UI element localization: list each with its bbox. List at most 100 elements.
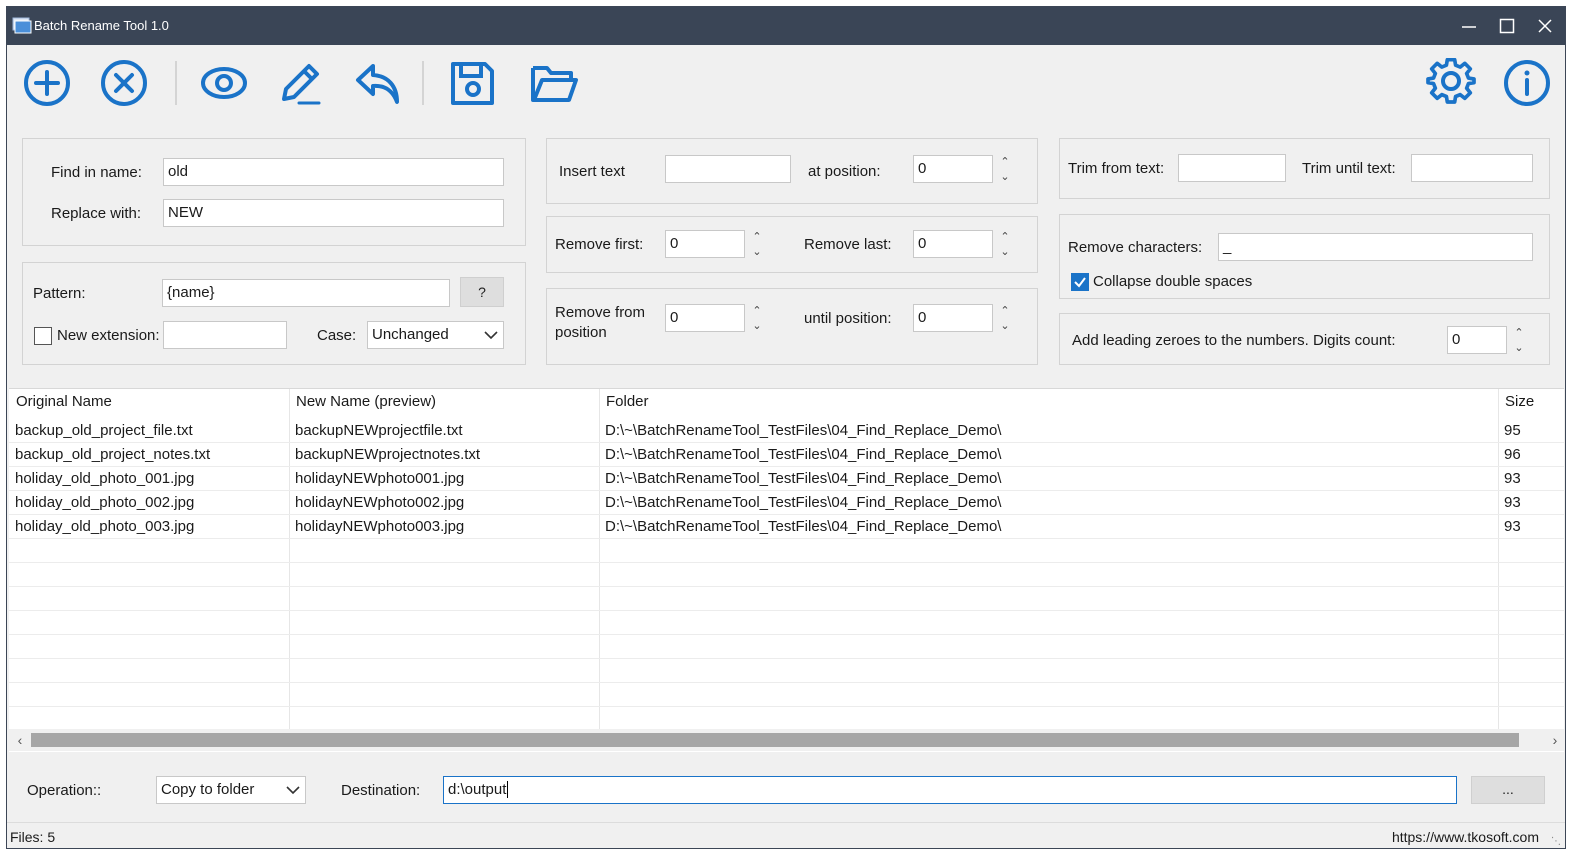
table-row[interactable]: holiday_old_photo_003.jpg holidayNEWphot… xyxy=(9,515,1564,539)
remove-from-spinner[interactable]: ⌃ ⌄ xyxy=(749,304,765,334)
empty-row xyxy=(9,539,1564,563)
resize-grip-icon[interactable]: ⋱ xyxy=(1551,836,1561,847)
preview-button[interactable] xyxy=(198,57,250,109)
remove-last-input[interactable]: 0 xyxy=(913,230,993,258)
replace-input[interactable]: NEW xyxy=(163,199,504,227)
destination-input[interactable]: d:\output xyxy=(443,776,1457,804)
add-files-button[interactable] xyxy=(21,57,73,109)
remove-first-input[interactable]: 0 xyxy=(665,230,745,258)
remove-first-spinner[interactable]: ⌃ ⌄ xyxy=(749,230,765,260)
column-header-size[interactable]: Size xyxy=(1498,389,1534,415)
table-row[interactable]: holiday_old_photo_001.jpg holidayNEWphot… xyxy=(9,467,1564,491)
trim-from-input[interactable] xyxy=(1178,154,1286,182)
table-row[interactable]: backup_old_project_notes.txt backupNEWpr… xyxy=(9,443,1564,467)
find-input[interactable]: old xyxy=(163,158,504,186)
column-header-new-name[interactable]: New Name (preview) xyxy=(289,389,436,415)
scroll-right-icon[interactable]: › xyxy=(1548,731,1562,749)
undo-button[interactable] xyxy=(352,57,404,109)
spin-up-icon[interactable]: ⌃ xyxy=(997,155,1013,170)
table-row[interactable]: backup_old_project_file.txt backupNEWpro… xyxy=(9,419,1564,443)
new-extension-checkbox[interactable] xyxy=(34,327,52,345)
about-button[interactable] xyxy=(1501,57,1553,109)
rename-button[interactable] xyxy=(274,57,326,109)
pattern-help-button[interactable]: ? xyxy=(460,277,504,307)
original-name-cell: holiday_old_photo_001.jpg xyxy=(15,470,195,487)
settings-button[interactable] xyxy=(1425,57,1477,109)
minimize-button[interactable] xyxy=(1453,11,1485,41)
find-label: Find in name: xyxy=(51,164,142,181)
close-button[interactable] xyxy=(1529,11,1561,41)
case-select-value: Unchanged xyxy=(372,326,449,343)
column-header-original-name[interactable]: Original Name xyxy=(9,389,112,415)
operation-select-value: Copy to folder xyxy=(161,781,255,798)
insert-position-spinner[interactable]: ⌃ ⌄ xyxy=(997,155,1013,185)
leading-zeroes-input[interactable]: 0 xyxy=(1447,326,1507,354)
size-cell: 93 xyxy=(1504,494,1521,511)
insert-position-input[interactable]: 0 xyxy=(913,155,993,183)
remove-files-button[interactable] xyxy=(98,57,150,109)
table-row[interactable]: holiday_old_photo_002.jpg holidayNEWphot… xyxy=(9,491,1564,515)
leading-zeroes-spinner[interactable]: ⌃ ⌄ xyxy=(1511,326,1527,356)
spin-up-icon[interactable]: ⌃ xyxy=(997,304,1013,319)
until-position-input[interactable]: 0 xyxy=(913,304,993,332)
empty-row xyxy=(9,587,1564,611)
pattern-panel: Pattern: {name} ? New extension: Case: U… xyxy=(22,262,526,365)
operation-select[interactable]: Copy to folder xyxy=(156,776,306,804)
original-name-cell: holiday_old_photo_003.jpg xyxy=(15,518,195,535)
case-select[interactable]: Unchanged xyxy=(367,321,504,349)
title-bar: Batch Rename Tool 1.0 xyxy=(7,7,1565,45)
browse-destination-button[interactable]: ... xyxy=(1471,776,1545,804)
column-header-folder[interactable]: Folder xyxy=(599,389,649,415)
scroll-left-icon[interactable]: ‹ xyxy=(13,731,27,749)
collapse-spaces-label: Collapse double spaces xyxy=(1093,273,1253,290)
new-extension-input[interactable] xyxy=(163,321,287,349)
toolbar xyxy=(7,45,1565,123)
folder-cell: D:\~\BatchRenameTool_TestFiles\04_Find_R… xyxy=(605,446,1002,463)
checkmark-icon xyxy=(1074,277,1086,288)
toolbar-separator xyxy=(422,61,424,105)
gear-icon xyxy=(1426,58,1476,104)
until-position-spinner[interactable]: ⌃ ⌄ xyxy=(997,304,1013,334)
empty-row xyxy=(9,683,1564,707)
plus-circle-icon xyxy=(24,60,70,106)
pattern-input[interactable]: {name} xyxy=(162,279,450,307)
app-icon xyxy=(12,17,32,34)
maximize-icon xyxy=(1499,18,1515,34)
spin-up-icon[interactable]: ⌃ xyxy=(1511,326,1527,341)
spin-down-icon[interactable]: ⌄ xyxy=(749,319,765,334)
pattern-label: Pattern: xyxy=(33,285,86,302)
empty-row xyxy=(9,659,1564,683)
open-button[interactable] xyxy=(528,57,580,109)
spin-down-icon[interactable]: ⌄ xyxy=(997,245,1013,260)
leading-zeroes-panel: Add leading zeroes to the numbers. Digit… xyxy=(1059,313,1550,365)
pencil-icon xyxy=(282,64,321,105)
scrollbar-thumb[interactable] xyxy=(31,733,1519,747)
original-name-cell: holiday_old_photo_002.jpg xyxy=(15,494,195,511)
new-extension-label: New extension: xyxy=(57,327,160,344)
collapse-spaces-checkbox[interactable] xyxy=(1071,273,1089,291)
spin-up-icon[interactable]: ⌃ xyxy=(749,230,765,245)
folder-cell: D:\~\BatchRenameTool_TestFiles\04_Find_R… xyxy=(605,518,1002,535)
save-button[interactable] xyxy=(446,57,498,109)
horizontal-scrollbar[interactable]: ‹ › xyxy=(9,729,1564,751)
info-circle-icon xyxy=(1504,60,1550,106)
spin-down-icon[interactable]: ⌄ xyxy=(1511,341,1527,356)
website-link[interactable]: https://www.tkosoft.com xyxy=(1392,829,1539,845)
insert-text-input[interactable] xyxy=(665,155,791,183)
spin-down-icon[interactable]: ⌄ xyxy=(749,245,765,260)
operation-bar: Operation:: Copy to folder Destination: … xyxy=(7,752,1565,822)
remove-from-input[interactable]: 0 xyxy=(665,304,745,332)
trim-until-input[interactable] xyxy=(1411,154,1533,182)
new-name-cell: holidayNEWphoto003.jpg xyxy=(295,518,465,535)
remove-characters-input[interactable]: _ xyxy=(1218,233,1533,261)
spin-up-icon[interactable]: ⌃ xyxy=(749,304,765,319)
empty-row xyxy=(9,635,1564,659)
minimize-icon xyxy=(1462,26,1476,28)
spin-down-icon[interactable]: ⌄ xyxy=(997,319,1013,334)
spin-up-icon[interactable]: ⌃ xyxy=(997,230,1013,245)
remove-characters-panel: Remove characters: _ Collapse double spa… xyxy=(1059,214,1550,299)
maximize-button[interactable] xyxy=(1491,11,1523,41)
trim-until-label: Trim until text: xyxy=(1302,160,1396,177)
remove-last-spinner[interactable]: ⌃ ⌄ xyxy=(997,230,1013,260)
spin-down-icon[interactable]: ⌄ xyxy=(997,170,1013,185)
